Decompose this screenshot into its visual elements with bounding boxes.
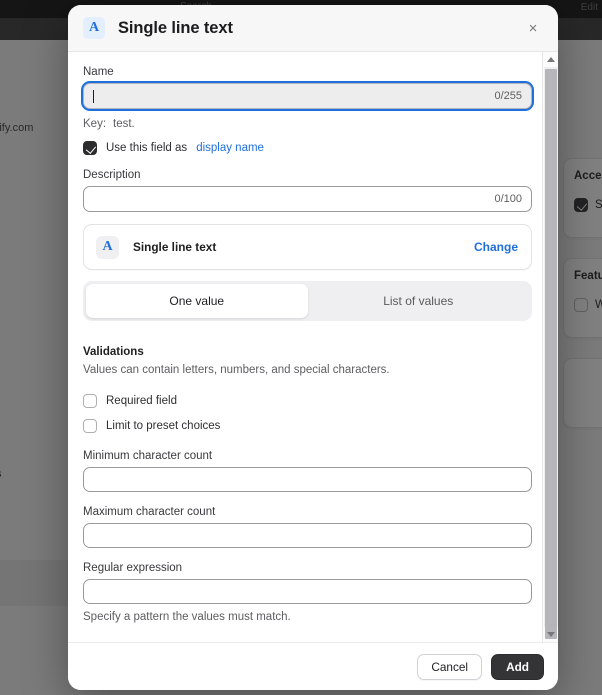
minimum-character-count-label: Minimum character count: [83, 450, 213, 462]
display-name-text: Use this field as: [106, 142, 188, 154]
validations-section: Validations Values can contain letters, …: [83, 346, 532, 623]
name-block: Name 0/255: [83, 66, 532, 109]
regular-expression-label: Regular expression: [83, 562, 183, 574]
close-icon[interactable]: ×: [522, 17, 544, 39]
scrollbar-thumb[interactable]: [545, 69, 557, 639]
maximum-character-count-label: Maximum character count: [83, 506, 216, 518]
page-title: Single line text: [118, 18, 233, 37]
single-line-text-icon: A: [96, 235, 119, 259]
cancel-button[interactable]: Cancel: [417, 653, 483, 680]
tab-list-of-values[interactable]: List of values: [308, 284, 530, 318]
single-line-text-icon-glyph: A: [102, 239, 113, 254]
regular-expression-block: Regular expression Specify a pattern the…: [83, 562, 532, 623]
regular-expression-input[interactable]: [83, 579, 532, 604]
single-line-text-icon: A: [83, 17, 105, 39]
limit-preset-choices-label: Limit to preset choices: [106, 420, 221, 432]
description-input[interactable]: 0/100: [83, 186, 532, 212]
limit-preset-choices-row[interactable]: Limit to preset choices: [83, 419, 532, 433]
validations-title: Validations: [83, 346, 144, 358]
field-type-card: A Single line text Change: [83, 224, 532, 270]
name-input[interactable]: 0/255: [83, 83, 532, 109]
required-field-checkbox[interactable]: [83, 394, 97, 408]
scroll-up-arrow-icon[interactable]: [543, 52, 558, 67]
description-block: Description 0/100: [83, 169, 532, 212]
text-caret: [93, 89, 94, 103]
single-line-text-dialog: A Single line text × Name 0/255 Key: tes…: [68, 5, 558, 690]
minimum-character-count-block: Minimum character count: [83, 450, 532, 492]
change-type-link[interactable]: Change: [474, 240, 518, 254]
regular-expression-helper: Specify a pattern the values must match.: [83, 611, 291, 623]
maximum-character-count-block: Maximum character count: [83, 506, 532, 548]
dialog-body-wrapper: Name 0/255 Key: test. Use this field as …: [68, 52, 558, 642]
description-label: Description: [83, 169, 141, 181]
description-counter: 0/100: [494, 193, 522, 205]
tab-one-value[interactable]: One value: [86, 284, 308, 318]
name-counter: 0/255: [494, 90, 522, 102]
key-row: Key: test.: [83, 118, 532, 130]
dialog-body: Name 0/255 Key: test. Use this field as …: [68, 52, 558, 642]
field-type-name: Single line text: [133, 240, 217, 254]
key-label: Key:: [83, 118, 107, 130]
single-line-text-icon-glyph: A: [88, 20, 100, 35]
display-name-link[interactable]: display name: [196, 142, 264, 154]
validations-description: Values can contain letters, numbers, and…: [83, 364, 390, 376]
dialog-footer: Cancel Add: [68, 642, 558, 690]
minimum-character-count-input[interactable]: [83, 467, 532, 492]
name-label: Name: [83, 66, 114, 78]
add-button[interactable]: Add: [491, 653, 544, 680]
value-cardinality-segmented-control: One value List of values: [83, 281, 532, 321]
required-field-row[interactable]: Required field: [83, 394, 532, 408]
maximum-character-count-input[interactable]: [83, 523, 532, 548]
display-name-row[interactable]: Use this field as display name: [83, 141, 532, 155]
key-value: test.: [113, 118, 135, 130]
scrollbar[interactable]: [542, 52, 558, 642]
limit-preset-choices-checkbox[interactable]: [83, 419, 97, 433]
required-field-label: Required field: [106, 395, 177, 407]
scroll-down-arrow-icon[interactable]: [543, 627, 558, 642]
dialog-header: A Single line text ×: [68, 5, 558, 52]
use-as-display-name-checkbox[interactable]: [83, 141, 97, 155]
